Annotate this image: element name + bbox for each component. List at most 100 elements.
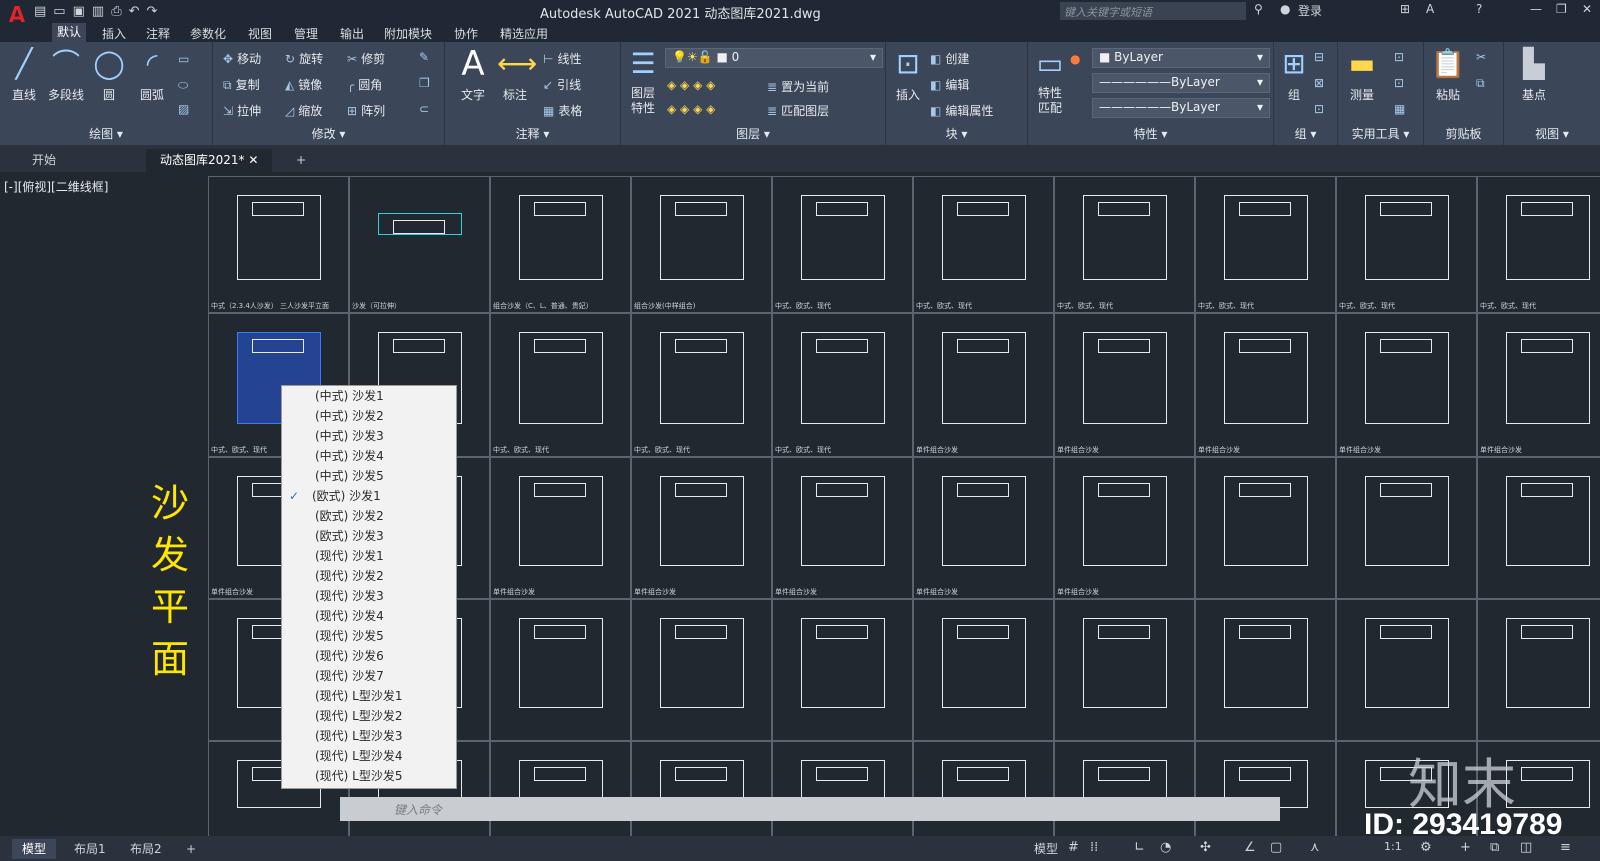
command-input[interactable]: 键入命令 bbox=[340, 797, 1280, 821]
tab-default[interactable]: 默认 bbox=[52, 23, 87, 42]
search-icon[interactable]: ⚲ bbox=[1254, 2, 1263, 16]
sofa-block-cell[interactable] bbox=[913, 599, 1054, 741]
rectangle-icon[interactable]: ▭ bbox=[178, 52, 193, 66]
login-link[interactable]: 登录 bbox=[1298, 2, 1322, 19]
block-panel-title[interactable]: 块 ▾ bbox=[886, 125, 1027, 142]
viewport-label[interactable]: [-][俯视][二维线框] bbox=[4, 178, 108, 195]
annotation-scale-icon[interactable]: ⋏ bbox=[1310, 840, 1320, 855]
osnap-icon[interactable]: ✣ bbox=[1200, 840, 1211, 855]
sofa-block-cell[interactable] bbox=[1336, 457, 1477, 599]
match-layer-button[interactable]: ≣ 匹配图层 bbox=[767, 102, 829, 119]
sofa-block-cell[interactable]: 单件组合沙发 bbox=[1054, 313, 1195, 457]
otrack-icon[interactable]: ∠ bbox=[1244, 840, 1256, 855]
move-button[interactable]: ✥ 移动 bbox=[223, 50, 261, 67]
linear-button[interactable]: ⊢ 线性 bbox=[543, 50, 581, 67]
match-properties-button[interactable]: ▭ 特性匹配 bbox=[1032, 46, 1068, 116]
context-menu-item[interactable]: (现代) 沙发5 bbox=[282, 626, 456, 646]
context-menu-item[interactable]: (中式) 沙发2 bbox=[282, 406, 456, 426]
context-menu-item[interactable]: (中式) 沙发3 bbox=[282, 426, 456, 446]
restore-icon[interactable]: ❐ bbox=[1556, 2, 1567, 16]
context-menu-item[interactable]: ✓ (欧式) 沙发1 bbox=[282, 486, 456, 506]
lineweight-dropdown[interactable]: ——————ByLayer ▾ bbox=[1092, 98, 1270, 118]
grid-icon[interactable]: # bbox=[1068, 840, 1079, 855]
utilities-panel-title[interactable]: 实用工具 ▾ bbox=[1338, 125, 1423, 142]
search-input[interactable]: 键入关键字或短语 bbox=[1060, 2, 1246, 20]
sofa-block-cell[interactable] bbox=[1336, 599, 1477, 741]
save-icon[interactable]: ▣ bbox=[73, 4, 85, 19]
context-menu-item[interactable]: (现代) L型沙发4 bbox=[282, 746, 456, 766]
mirror-button[interactable]: ◭ 镜像 bbox=[285, 76, 322, 93]
ungroup-icon[interactable]: ⊟ bbox=[1314, 50, 1328, 64]
plus-icon[interactable]: + bbox=[1460, 840, 1471, 855]
open-file-icon[interactable]: ▭ bbox=[53, 4, 65, 19]
create-block-button[interactable]: ◧ 创建 bbox=[930, 50, 969, 67]
model-space-toggle[interactable]: 模型 bbox=[1034, 840, 1058, 857]
cut-icon[interactable]: ✂ bbox=[1476, 50, 1490, 64]
arc-button[interactable]: ◜ 圆弧 bbox=[134, 46, 170, 103]
sofa-block-cell[interactable] bbox=[772, 741, 913, 836]
sofa-block-cell[interactable]: 中式、欧式、现代 bbox=[490, 313, 631, 457]
polyline-button[interactable]: ⌒ 多段线 bbox=[44, 46, 88, 103]
quick-select-icon[interactable]: ⊡ bbox=[1394, 50, 1408, 64]
scale-button[interactable]: ◿ 缩放 bbox=[285, 102, 322, 119]
sofa-block-cell[interactable]: 中式、欧式、现代 bbox=[772, 176, 913, 313]
draw-panel-title[interactable]: 绘图 ▾ bbox=[0, 125, 212, 142]
hatch-icon[interactable]: ▨ bbox=[178, 102, 193, 116]
ellipse-icon[interactable]: ⬭ bbox=[178, 78, 192, 93]
sofa-block-cell[interactable]: 单件组合沙发 bbox=[772, 457, 913, 599]
layers-panel-title[interactable]: 图层 ▾ bbox=[621, 125, 885, 142]
annotation-panel-title[interactable]: 注释 ▾ bbox=[445, 125, 620, 142]
id-point-icon[interactable]: ⊡ bbox=[1394, 76, 1408, 90]
tab-view[interactable]: 视图 bbox=[248, 25, 272, 42]
copy-button[interactable]: ⧉ 复制 bbox=[223, 76, 260, 93]
base-point-button[interactable]: ▙ 基点 bbox=[1510, 46, 1558, 103]
tab-collaborate[interactable]: 协作 bbox=[454, 25, 478, 42]
help-icon[interactable]: ? bbox=[1476, 2, 1482, 16]
cart-icon[interactable]: ⊞ bbox=[1400, 2, 1410, 16]
sofa-block-cell[interactable]: 单件组合沙发 bbox=[1054, 457, 1195, 599]
sofa-block-cell[interactable] bbox=[1477, 457, 1600, 599]
sofa-block-cell[interactable]: 单件组合沙发 bbox=[913, 457, 1054, 599]
isolate-icon[interactable]: ⧉ bbox=[1490, 840, 1499, 855]
selection-icon[interactable]: ▢ bbox=[1270, 840, 1282, 855]
context-menu-item[interactable]: (现代) L型沙发3 bbox=[282, 726, 456, 746]
group-select-icon[interactable]: ⊡ bbox=[1314, 102, 1328, 116]
line-button[interactable]: ╱ 直线 bbox=[6, 46, 42, 103]
sofa-block-cell[interactable] bbox=[631, 741, 772, 836]
sofa-block-cell[interactable]: 单件组合沙发 bbox=[1336, 313, 1477, 457]
new-tab-plus-icon[interactable]: + bbox=[282, 149, 320, 172]
layer-dropdown[interactable]: 💡☀🔓 ■ 0 ▾ bbox=[665, 48, 883, 68]
groups-panel-title[interactable]: 组 ▾ bbox=[1274, 125, 1337, 142]
drawing-canvas[interactable]: [-][俯视][二维线框] 沙 发 平 面 中式（2.3.4人沙发） 三人沙发平… bbox=[0, 172, 1600, 836]
new-file-icon[interactable]: ▤ bbox=[34, 4, 46, 19]
color-wheel-icon[interactable]: ● bbox=[1070, 52, 1084, 66]
sofa-block-cell[interactable]: 沙发（可拉伸） bbox=[349, 176, 490, 313]
sofa-block-cell[interactable] bbox=[772, 599, 913, 741]
user-icon[interactable]: ● bbox=[1280, 2, 1290, 16]
sofa-block-cell[interactable] bbox=[631, 599, 772, 741]
explode-icon[interactable]: ⊂ bbox=[419, 102, 433, 116]
layout-tab-2[interactable]: 布局2 bbox=[120, 839, 172, 859]
copy-clip-icon[interactable]: ⧉ bbox=[1476, 76, 1489, 91]
layer-tools-row1-icon[interactable]: ◈ ◈ ◈ ◈ bbox=[667, 78, 719, 92]
table-button[interactable]: ▦ 表格 bbox=[543, 102, 582, 119]
sofa-block-cell[interactable]: 单件组合沙发 bbox=[1195, 313, 1336, 457]
layout-tab-1[interactable]: 布局1 bbox=[64, 839, 116, 859]
sofa-block-cell[interactable] bbox=[1195, 599, 1336, 741]
sofa-block-cell[interactable]: 中式、欧式、现代 bbox=[1054, 176, 1195, 313]
array-button[interactable]: ⊞ 阵列 bbox=[347, 102, 385, 119]
tab-insert[interactable]: 插入 bbox=[102, 25, 126, 42]
sofa-block-cell[interactable]: 单件组合沙发 bbox=[913, 313, 1054, 457]
autodesk-app-icon[interactable]: A bbox=[1426, 2, 1434, 16]
tab-parametric[interactable]: 参数化 bbox=[190, 25, 226, 42]
sofa-block-cell[interactable]: 中式、欧式、现代 bbox=[1477, 176, 1600, 313]
sofa-block-cell[interactable]: 组合沙发(中样组合) bbox=[631, 176, 772, 313]
context-menu-item[interactable]: (中式) 沙发5 bbox=[282, 466, 456, 486]
close-tab-icon[interactable]: ✕ bbox=[248, 153, 258, 167]
context-menu-item[interactable]: (现代) 沙发3 bbox=[282, 586, 456, 606]
group-button[interactable]: ⊞ 组 bbox=[1278, 46, 1310, 103]
save-as-icon[interactable]: ▥ bbox=[92, 4, 104, 19]
pencil-icon[interactable]: ✎ bbox=[419, 50, 433, 64]
sofa-block-cell[interactable] bbox=[1195, 741, 1336, 836]
polar-icon[interactable]: ◔ bbox=[1160, 840, 1171, 855]
